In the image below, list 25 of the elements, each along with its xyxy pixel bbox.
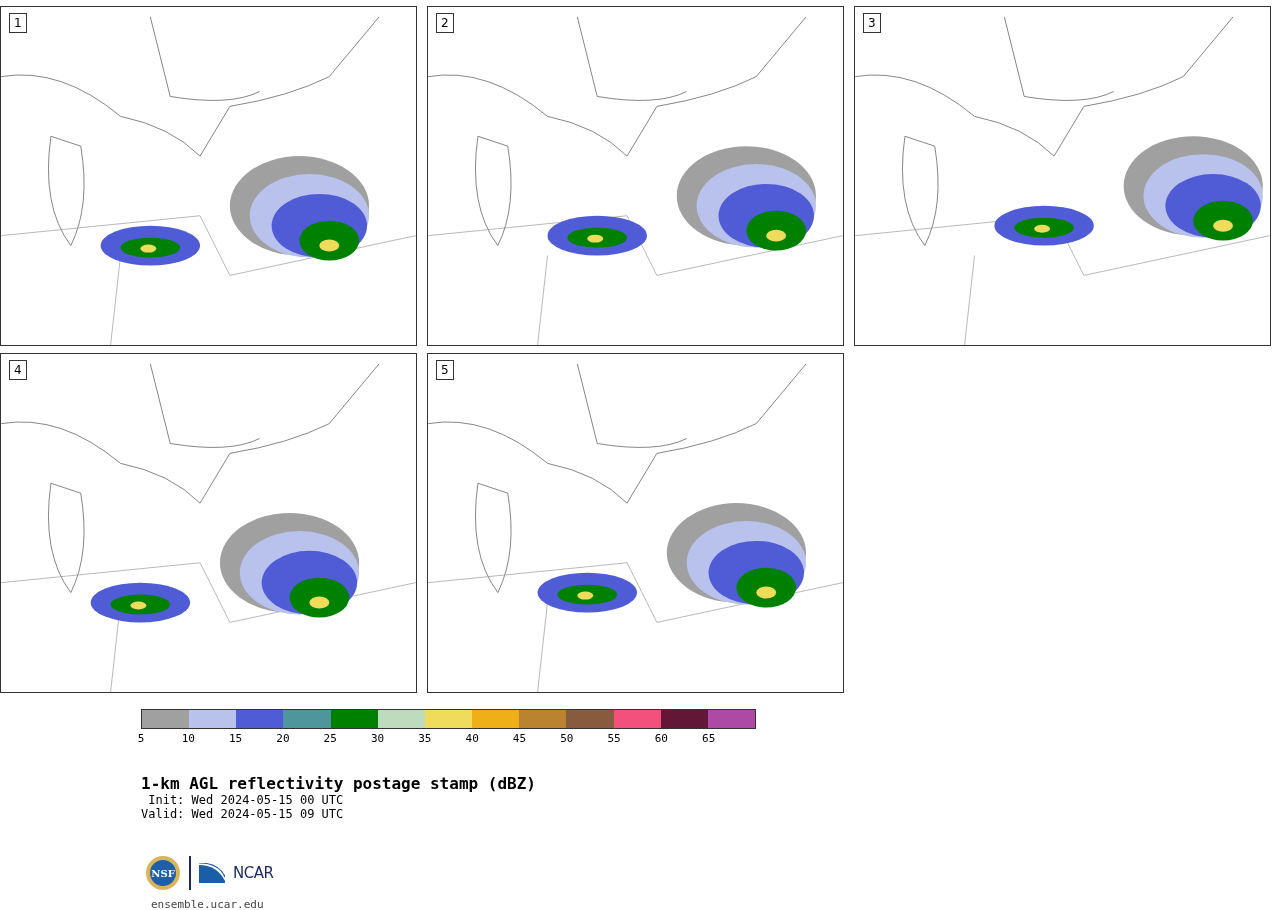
tick-label: 25 <box>323 733 337 745</box>
panel-number: 1 <box>9 13 27 33</box>
tick-label: 10 <box>181 733 195 745</box>
tick-label: 15 <box>229 733 243 745</box>
tick-label: 50 <box>560 733 574 745</box>
tick-label: 5 <box>137 733 145 745</box>
panel-number: 4 <box>9 360 27 380</box>
tick-label: 20 <box>276 733 290 745</box>
valid-time-text: Valid: Wed 2024-05-15 09 UTC <box>141 807 345 821</box>
ncar-logo-icon <box>199 863 225 883</box>
tick-label: 35 <box>418 733 432 745</box>
tick-label: 55 <box>607 733 621 745</box>
chart-title: 1-km AGL reflectivity postage stamp (dBZ) <box>141 775 537 793</box>
nsf-logo: NSF <box>145 855 181 891</box>
panel-number: 5 <box>436 360 454 380</box>
website-link[interactable]: ensemble.ucar.edu <box>151 897 264 910</box>
panel-number: 3 <box>863 13 881 33</box>
tick-label: 60 <box>654 733 668 745</box>
tick-label: 45 <box>512 733 527 745</box>
tick-label: 30 <box>370 733 385 745</box>
logo-text: NCAR <box>233 862 274 884</box>
tick-label: 65 <box>702 733 716 745</box>
init-time-text: Init: Wed 2024-05-15 00 UTC <box>147 793 345 807</box>
panel-number: 2 <box>436 13 454 33</box>
tick-label: 40 <box>465 733 479 745</box>
